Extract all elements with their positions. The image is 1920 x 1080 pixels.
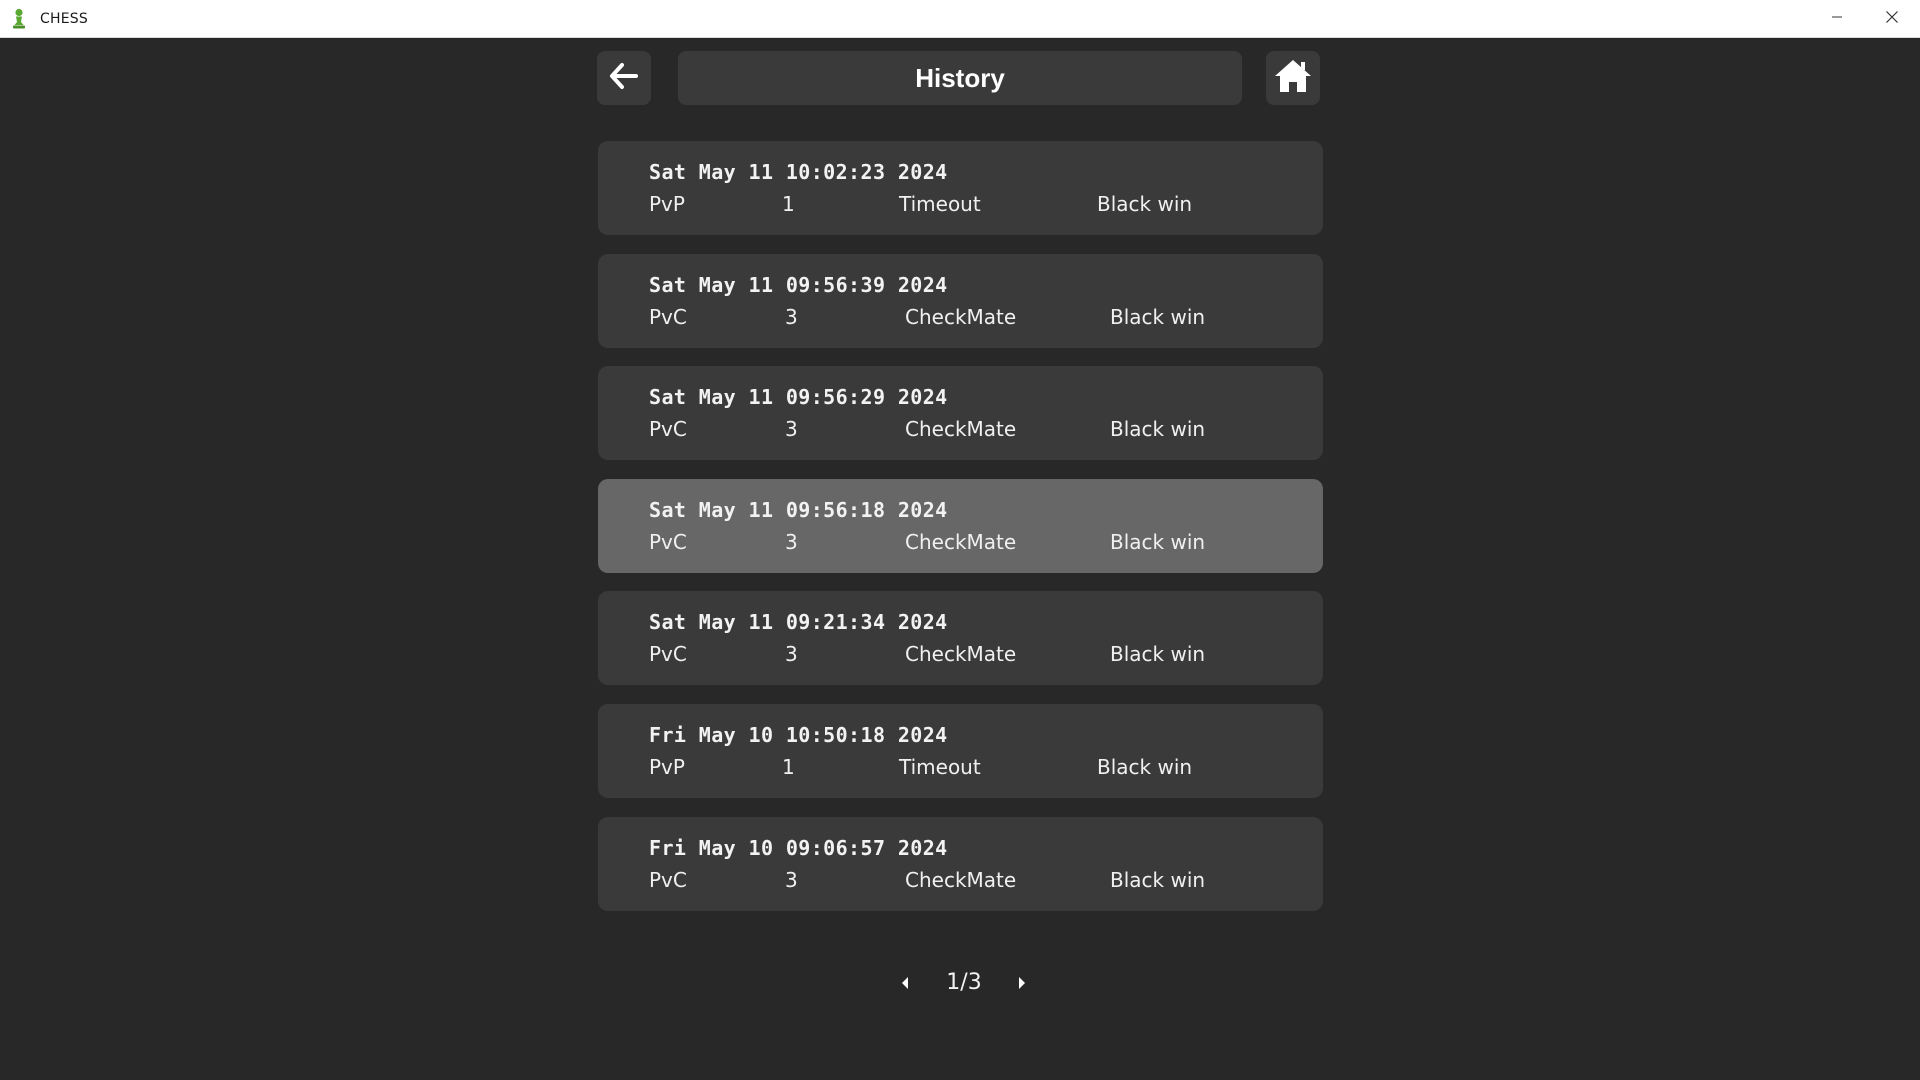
game-result: Black win xyxy=(1110,867,1206,892)
history-item[interactable]: Sat May 11 09:56:29 2024 PvC 3 CheckMate Bla… xyxy=(598,366,1323,461)
history-list: Sat May 11 10:02:23 2024 PvP 1 Timeout Black… xyxy=(598,141,1323,929)
game-result: Black win xyxy=(1097,192,1193,216)
history-item[interactable]: Fri May 10 09:06:57 2024 PvC 3 CheckMate Bla… xyxy=(598,816,1323,911)
window-titlebar: CHESS xyxy=(0,0,1920,38)
game-level: 3 xyxy=(785,867,798,892)
game-result: Black win xyxy=(1097,754,1193,779)
arrow-left-icon xyxy=(609,62,639,95)
history-item[interactable]: Sat May 11 09:56:18 2024 PvC 3 CheckMate Bla… xyxy=(598,478,1323,573)
game-mode: PvP xyxy=(649,754,685,779)
history-item[interactable]: Sat May 11 09:56:39 2024 PvC 3 CheckMate Bla… xyxy=(598,253,1323,348)
history-item[interactable]: Sat May 11 10:02:23 2024 PvP 1 Timeout Black… xyxy=(598,141,1323,235)
window-title: CHESS xyxy=(40,11,88,27)
minimize-button[interactable] xyxy=(1809,0,1865,38)
game-date: Fri May 10 09:06:57 2024 xyxy=(649,835,948,860)
game-result: Black win xyxy=(1110,642,1206,667)
game-date: Sat May 11 09:56:39 2024 xyxy=(649,272,948,297)
game-end-reason: Timeout xyxy=(899,192,981,216)
game-mode: PvC xyxy=(649,304,687,329)
close-button[interactable] xyxy=(1864,0,1920,38)
game-date: Sat May 11 09:56:29 2024 xyxy=(649,385,948,410)
game-end-reason: CheckMate xyxy=(905,529,1017,554)
game-mode: PvC xyxy=(649,642,687,667)
game-date: Sat May 11 09:21:34 2024 xyxy=(649,610,948,635)
next-page-button[interactable] xyxy=(1011,972,1033,998)
game-level: 3 xyxy=(785,417,798,442)
game-result: Black win xyxy=(1110,529,1206,554)
game-level: 1 xyxy=(782,192,795,216)
back-button[interactable] xyxy=(597,51,651,105)
game-level: 1 xyxy=(782,754,795,779)
minimize-icon xyxy=(1831,10,1843,28)
home-icon xyxy=(1274,59,1312,98)
game-mode: PvC xyxy=(649,417,687,442)
caret-right-icon xyxy=(1017,976,1027,995)
game-date: Sat May 11 09:56:18 2024 xyxy=(649,497,948,522)
game-mode: PvC xyxy=(649,529,687,554)
page-title: History xyxy=(915,62,1005,93)
game-result: Black win xyxy=(1110,417,1206,442)
history-item[interactable]: Sat May 11 09:21:34 2024 PvC 3 CheckMate Bla… xyxy=(598,591,1323,686)
previous-page-button[interactable] xyxy=(894,972,916,998)
game-end-reason: CheckMate xyxy=(905,417,1017,442)
caret-left-icon xyxy=(900,976,910,995)
close-icon xyxy=(1885,10,1899,29)
page-header: History xyxy=(678,51,1242,105)
page-indicator: 1/3 xyxy=(946,970,982,995)
history-item[interactable]: Fri May 10 10:50:18 2024 PvP 1 Timeout Black… xyxy=(598,703,1323,798)
game-date: Sat May 11 10:02:23 2024 xyxy=(649,160,948,184)
game-date: Fri May 10 10:50:18 2024 xyxy=(649,722,948,747)
game-level: 3 xyxy=(785,529,798,554)
game-end-reason: CheckMate xyxy=(905,304,1017,329)
history-screen: History Sat May 11 10:02:23 2024 PvP 1 Time… xyxy=(0,38,1920,1080)
game-result: Black win xyxy=(1110,304,1206,329)
game-mode: PvC xyxy=(649,867,687,892)
home-button[interactable] xyxy=(1266,51,1320,105)
pagination: 1/3 xyxy=(0,966,1920,1006)
game-level: 3 xyxy=(785,642,798,667)
game-level: 3 xyxy=(785,304,798,329)
game-end-reason: CheckMate xyxy=(905,642,1017,667)
game-mode: PvP xyxy=(649,192,685,216)
chess-pawn-icon xyxy=(10,8,28,30)
game-end-reason: CheckMate xyxy=(905,867,1017,892)
game-end-reason: Timeout xyxy=(899,754,981,779)
